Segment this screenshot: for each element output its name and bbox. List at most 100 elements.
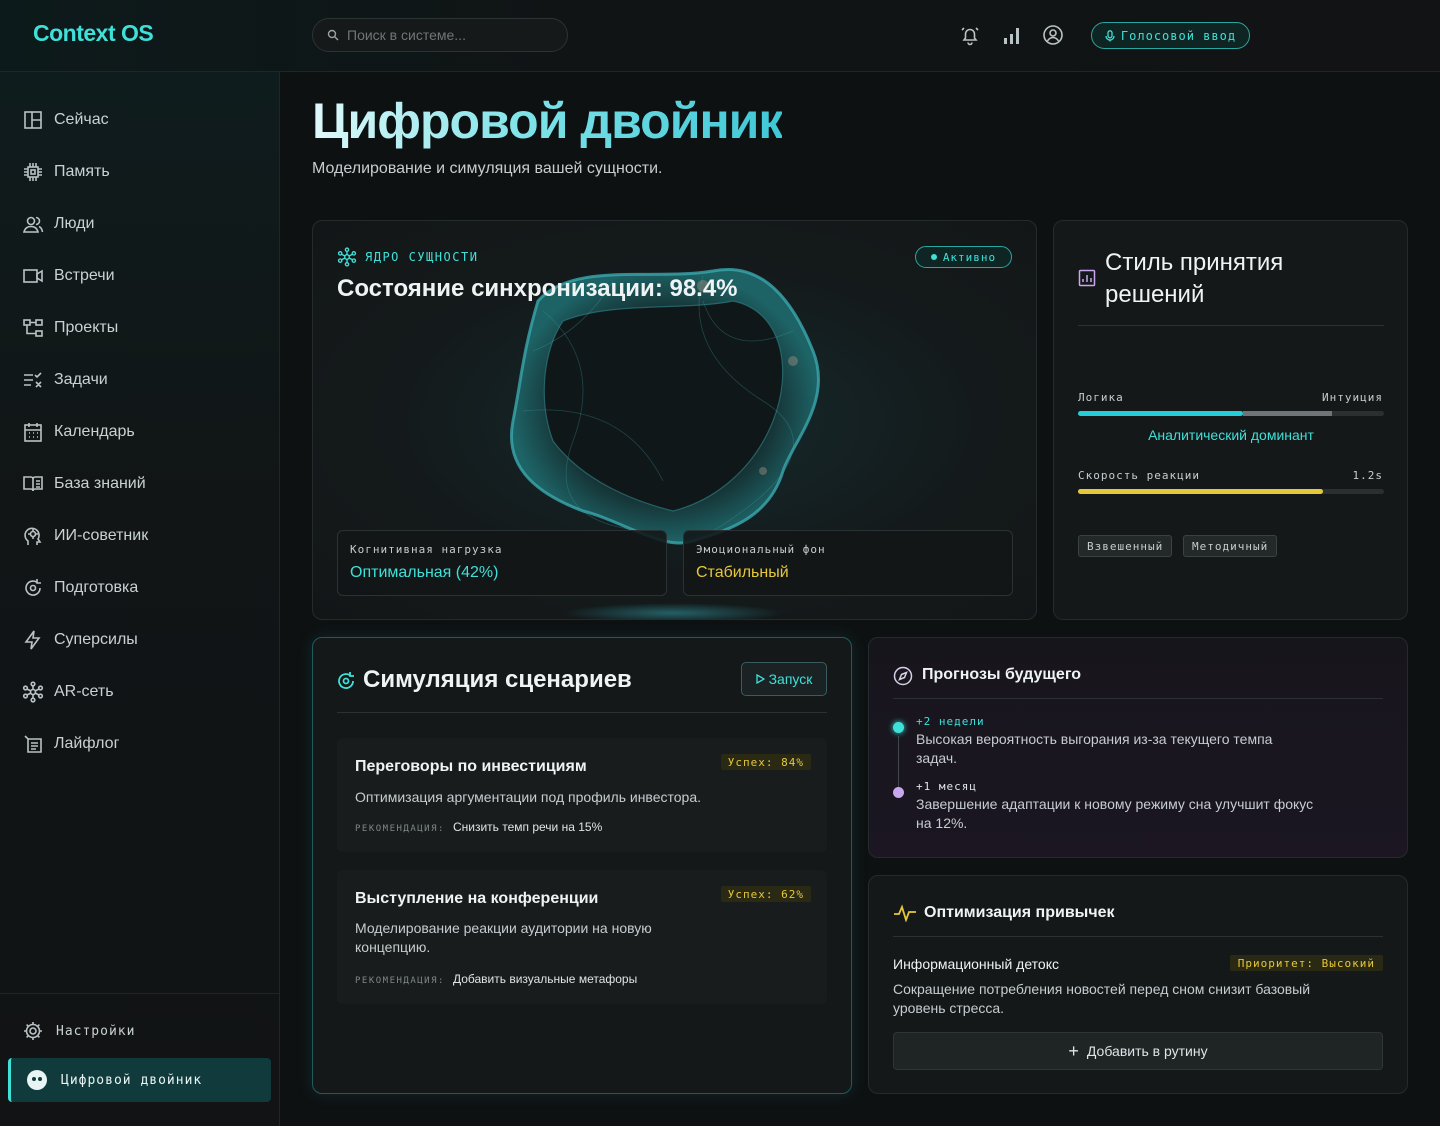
gear-icon	[24, 1022, 42, 1040]
sidebar-item-digital-twin[interactable]: Цифровой двойник	[8, 1058, 271, 1102]
run-simulation-button[interactable]: Запуск	[741, 662, 827, 696]
app-logo[interactable]: Context OS	[33, 20, 154, 47]
habit-optimization-card: Оптимизация привычек Информационный дето…	[868, 875, 1408, 1094]
refresh-icon	[338, 672, 354, 689]
sidebar-item-label: Сейчас	[54, 111, 109, 128]
voice-input-button[interactable]: Голосовой ввод	[1091, 22, 1250, 49]
forecast-text: Завершение адаптации к новому режиму сна…	[916, 796, 1314, 831]
scenario-item[interactable]: Переговоры по инвестициям Успех: 84% Опт…	[337, 738, 827, 852]
signal-bars-icon[interactable]	[1001, 24, 1023, 46]
priority-badge: Приоритет: Высокий	[1229, 955, 1383, 971]
sidebar-item-label: ИИ-советник	[54, 527, 149, 544]
success-badge: Успех: 84%	[720, 754, 811, 770]
forecast-time: +2 недели	[916, 715, 985, 728]
intuition-fill	[1243, 411, 1332, 416]
habit-description: Сокращение потребления новостей перед сн…	[893, 981, 1311, 1016]
settings-label: Настройки	[56, 1023, 136, 1039]
ai-head-icon	[24, 527, 42, 545]
success-badge: Успех: 62%	[720, 886, 811, 902]
sidebar-item-ai-advisor[interactable]: ИИ-советник	[22, 521, 148, 551]
sidebar-item-label: Календарь	[54, 423, 135, 440]
sidebar-item-now[interactable]: Сейчас	[22, 105, 109, 135]
sidebar-item-lifelog[interactable]: Лайфлог	[22, 729, 119, 759]
sidebar-item-memory[interactable]: Память	[22, 157, 110, 187]
search-input[interactable]	[347, 27, 557, 43]
core-label: ЯДРО СУЩНОСТИ	[337, 247, 478, 267]
logic-label: Логика	[1078, 391, 1124, 404]
molecule-icon	[337, 247, 357, 267]
scenario-description: Моделирование реакции аудитории на новую…	[355, 920, 652, 955]
sidebar-item-label: База знаний	[54, 475, 146, 492]
sidebar-item-label: Лайфлог	[54, 735, 120, 752]
refresh-icon	[25, 579, 41, 596]
search-box[interactable]	[312, 18, 568, 52]
sidebar-item-preparation[interactable]: Подготовка	[22, 573, 138, 603]
sidebar-item-ar-network[interactable]: AR-сеть	[22, 677, 114, 707]
divider	[893, 936, 1383, 937]
microphone-icon	[1105, 29, 1115, 41]
people-icon	[22, 216, 44, 233]
voice-input-label: Голосовой ввод	[1120, 28, 1237, 43]
speed-value: 1.2s	[1352, 469, 1383, 482]
top-header: Context OS Голосовой ввод	[0, 0, 1440, 72]
hierarchy-icon	[23, 319, 43, 337]
scenario-title: Переговоры по инвестициям	[355, 758, 587, 775]
compass-icon	[893, 666, 913, 686]
calendar-icon	[24, 423, 42, 442]
sidebar-item-calendar[interactable]: Календарь	[22, 417, 135, 447]
timeline-dot	[893, 722, 904, 733]
sidebar-item-projects[interactable]: Проекты	[22, 313, 118, 343]
timeline-dot	[893, 787, 904, 798]
trait-tag: Взвешенный	[1078, 535, 1173, 557]
sidebar-item-superpowers[interactable]: Суперсилы	[22, 625, 138, 655]
sidebar-item-label: Подготовка	[54, 579, 139, 596]
logic-intuition-bar	[1078, 411, 1384, 416]
sidebar-item-label: Встречи	[54, 267, 115, 284]
status-dot-icon	[930, 254, 937, 260]
sidebar-item-knowledge-base[interactable]: База знаний	[22, 469, 146, 499]
pulse-icon	[894, 904, 916, 922]
bolt-icon	[24, 630, 41, 650]
forecast-text: Высокая вероятность выгорания из-за теку…	[916, 731, 1273, 766]
user-account-icon[interactable]	[1042, 24, 1064, 46]
run-button-label: Запуск	[768, 671, 813, 687]
divider	[1078, 325, 1384, 326]
status-badge-text: Активно	[942, 250, 997, 264]
scenario-simulation-card: Симуляция сценариев Запуск Переговоры по…	[312, 637, 852, 1094]
sidebar-item-meetings[interactable]: Встречи	[22, 261, 115, 291]
book-icon	[23, 476, 43, 492]
tasks-icon	[24, 372, 42, 388]
sidebar-item-label: Задачи	[54, 371, 108, 388]
add-button-label: Добавить в рутину	[1086, 1043, 1208, 1059]
network-icon	[22, 681, 44, 703]
sidebar: Сейчас Память Люди Встречи Проекты Задач…	[0, 72, 280, 1126]
page-title: Цифровой двойник	[312, 93, 783, 149]
sidebar-item-people[interactable]: Люди	[22, 209, 94, 239]
search-icon	[327, 29, 339, 41]
forecast-time: +1 месяц	[916, 780, 977, 793]
forecast-title: Прогнозы будущего	[922, 666, 1082, 683]
simulation-title: Симуляция сценариев	[363, 666, 632, 693]
future-forecast-card: Прогнозы будущего +2 недели Высокая веро…	[868, 637, 1408, 858]
sync-state: Состояние синхронизации: 98.4%	[337, 275, 738, 302]
sidebar-item-settings[interactable]: Настройки	[22, 1020, 135, 1042]
sidebar-item-label: Суперсилы	[54, 631, 138, 648]
divider	[337, 712, 827, 713]
decision-style-title: Стиль принятия решений	[1105, 249, 1284, 308]
chart-box-icon	[1078, 269, 1096, 287]
add-to-routine-button[interactable]: + Добавить в рутину	[893, 1032, 1383, 1070]
chip-icon	[24, 163, 42, 181]
recommendation-text: Добавить визуальные метафоры	[452, 972, 638, 986]
core-label-text: ЯДРО СУЩНОСТИ	[365, 250, 479, 264]
log-icon	[24, 735, 42, 753]
metric-value: Оптимальная (42%)	[350, 564, 499, 581]
scenario-item[interactable]: Выступление на конференции Успех: 62% Мо…	[337, 870, 827, 1004]
scenario-title: Выступление на конференции	[355, 890, 599, 907]
habit-title: Оптимизация привычек	[924, 904, 1115, 921]
sidebar-item-tasks[interactable]: Задачи	[22, 365, 108, 395]
entity-core-card: ЯДРО СУЩНОСТИ Активно Состояние синхрони…	[312, 220, 1037, 620]
metric-label: Когнитивная нагрузка	[350, 543, 503, 556]
metric-value: Стабильный	[696, 564, 789, 581]
bell-alarm-icon[interactable]	[959, 24, 981, 46]
sidebar-item-label: Люди	[54, 215, 95, 232]
